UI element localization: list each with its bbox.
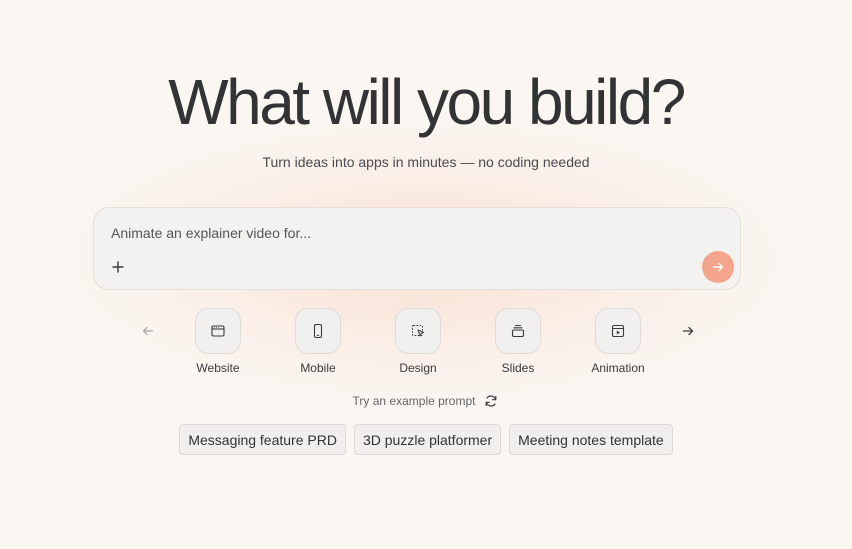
categories-next-button[interactable]	[676, 319, 700, 343]
refresh-button[interactable]	[483, 393, 499, 409]
example-prompt-label: Try an example prompt	[352, 394, 476, 408]
category-label: Slides	[501, 361, 535, 375]
prompt-input[interactable]	[111, 223, 671, 243]
category-label: Mobile	[300, 361, 336, 375]
example-chips: Messaging feature PRD 3D puzzle platform…	[0, 424, 852, 455]
slides-stack-icon	[511, 324, 525, 338]
category-label: Animation	[591, 361, 645, 375]
plus-icon	[112, 261, 124, 273]
category-website[interactable]: Website	[173, 308, 263, 375]
category-tile	[195, 308, 241, 354]
categories-prev-button[interactable]	[136, 319, 160, 343]
category-animation[interactable]: Animation	[573, 308, 663, 375]
example-chip-3d-puzzle[interactable]: 3D puzzle platformer	[353, 424, 502, 455]
design-select-icon	[412, 325, 424, 337]
category-design[interactable]: Design	[373, 308, 463, 375]
example-prompt-row: Try an example prompt	[0, 393, 852, 409]
category-tile	[595, 308, 641, 354]
arrow-right-icon	[712, 262, 724, 272]
browser-window-icon	[211, 325, 225, 337]
category-label: Design	[399, 361, 437, 375]
arrow-right-icon	[682, 326, 694, 336]
mobile-phone-icon	[313, 323, 323, 339]
page-subtitle: Turn ideas into apps in minutes — no cod…	[262, 154, 590, 170]
page-title: What will you build?	[168, 66, 686, 138]
example-chip-meeting-notes[interactable]: Meeting notes template	[509, 424, 673, 455]
send-button[interactable]	[702, 251, 734, 283]
category-label: Website	[196, 361, 240, 375]
category-tile	[295, 308, 341, 354]
category-tile	[495, 308, 541, 354]
example-chip-messaging-prd[interactable]: Messaging feature PRD	[179, 424, 346, 455]
category-tile	[395, 308, 441, 354]
refresh-icon	[486, 395, 497, 407]
category-slides[interactable]: Slides	[473, 308, 563, 375]
arrow-left-icon	[142, 326, 154, 336]
animation-play-icon	[611, 324, 625, 338]
attach-button[interactable]	[109, 258, 127, 276]
prompt-box	[93, 207, 741, 290]
category-mobile[interactable]: Mobile	[273, 308, 363, 375]
